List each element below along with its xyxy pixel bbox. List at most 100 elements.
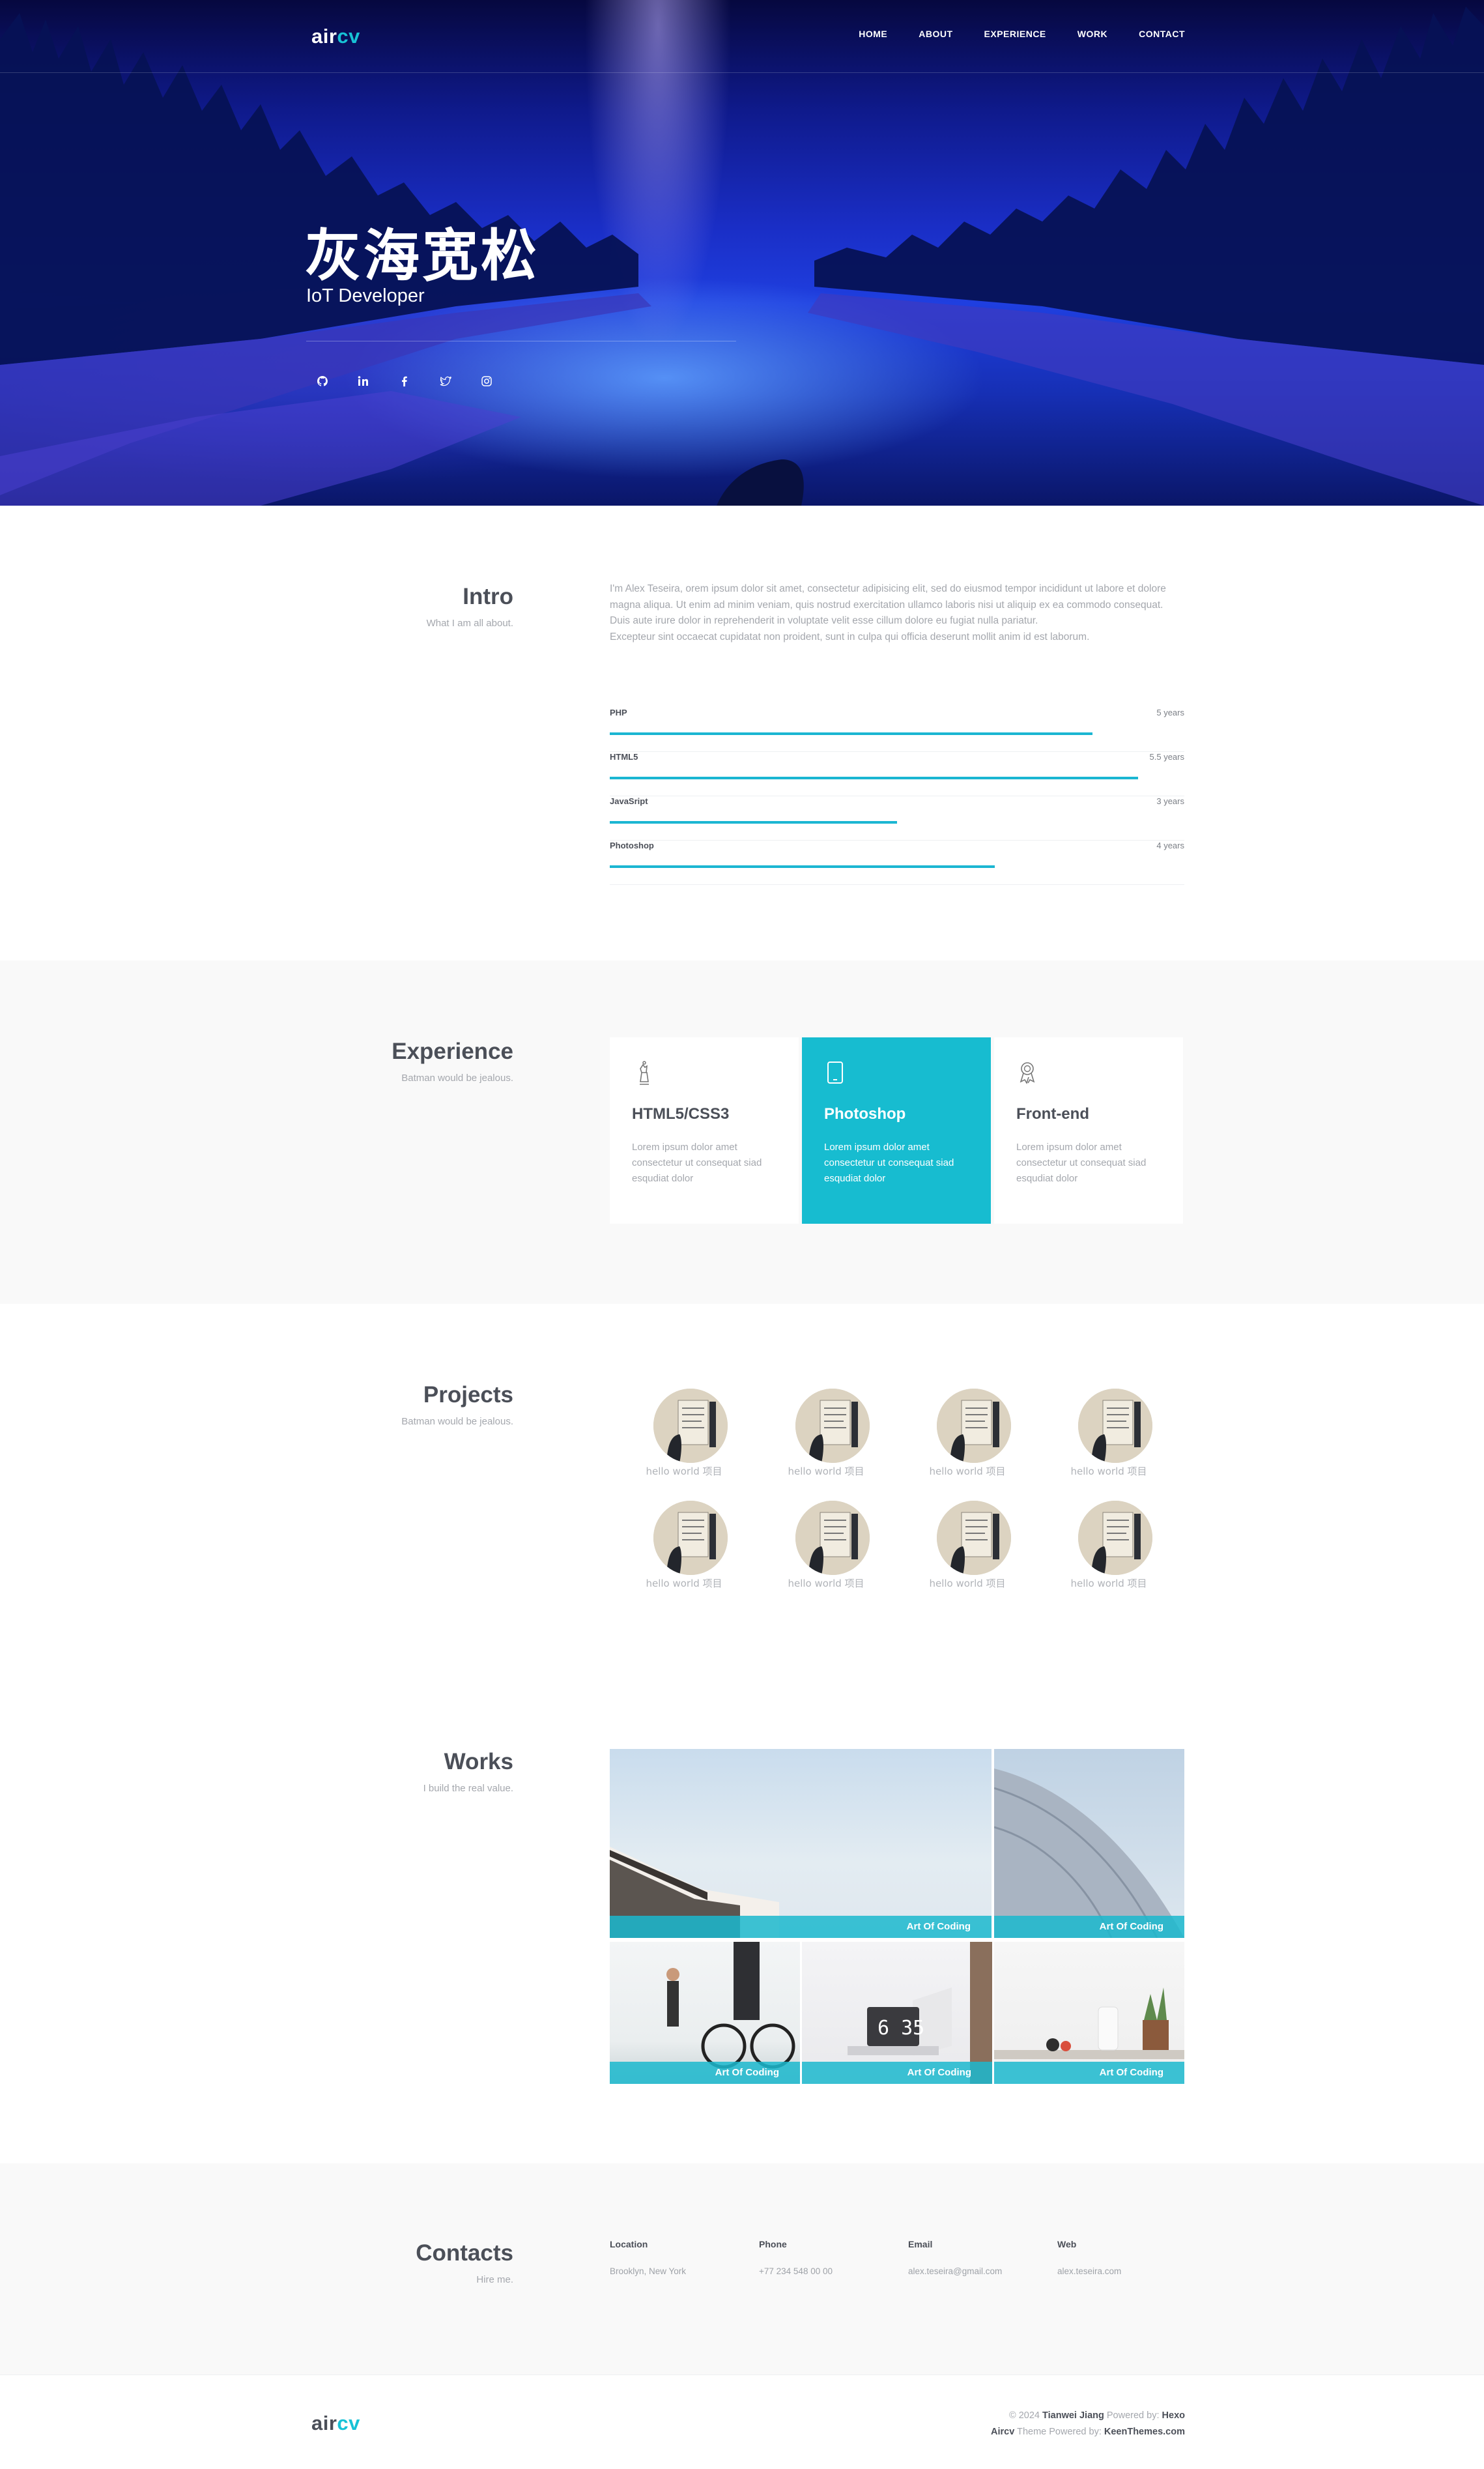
work-label: Art Of Coding — [610, 2062, 800, 2084]
project-item[interactable]: hello world 项目 — [774, 1389, 878, 1480]
contact-label: Web — [1057, 2239, 1077, 2249]
experience-subtitle: Batman would be jealous. — [401, 1073, 513, 1084]
contact-value[interactable]: alex.teseira.com — [1057, 2266, 1121, 2276]
project-item[interactable]: hello world 项目 — [632, 1501, 736, 1592]
copyright-year: © 2024 — [1009, 2410, 1040, 2421]
nav-item-experience[interactable]: EXPERIENCE — [984, 29, 1046, 39]
contacts-heading: Contacts Hire me. — [416, 2240, 513, 2285]
skill-name: HTML5 — [610, 752, 638, 762]
award-icon — [1016, 1060, 1038, 1087]
skill-row-html5: HTML5 5.5 years — [610, 752, 1184, 796]
skill-progress-bar — [610, 732, 1092, 735]
skill-name: PHP — [610, 708, 627, 717]
project-item[interactable]: hello world 项目 — [1057, 1501, 1161, 1592]
skill-years: 4 years — [1156, 841, 1184, 850]
nav-item-about[interactable]: ABOUT — [919, 29, 952, 39]
contact-phone: Phone +77 234 548 00 00 — [759, 2239, 833, 2276]
work-item[interactable]: Art Of Coding — [994, 1749, 1184, 1938]
project-item[interactable]: hello world 项目 — [915, 1389, 1020, 1480]
nav-item-contact[interactable]: CONTACT — [1139, 29, 1185, 39]
skill-years: 5.5 years — [1149, 752, 1184, 762]
skill-progress-bar — [610, 777, 1139, 779]
work-item[interactable]: Art Of Coding — [994, 1942, 1184, 2084]
page-footer: aircv © 2024 Tianwei Jiang Powered by: H… — [0, 2375, 1484, 2469]
work-label: Art Of Coding — [802, 2062, 992, 2084]
twitter-icon[interactable] — [437, 373, 453, 389]
project-thumbnail — [653, 1389, 728, 1463]
copyright-author: Tianwei Jiang — [1042, 2410, 1104, 2421]
work-label: Art Of Coding — [994, 2062, 1184, 2084]
nav-menu: HOME ABOUT EXPERIENCE WORK CONTACT — [859, 29, 1185, 39]
work-label: Art Of Coding — [994, 1916, 1184, 1938]
hero-role: IoT Developer — [306, 285, 425, 306]
footer-logo[interactable]: aircv — [311, 2412, 360, 2435]
project-item[interactable]: hello world 项目 — [632, 1389, 736, 1480]
hero-name: 灰海宽松 — [305, 224, 539, 289]
linkedin-icon[interactable] — [355, 373, 371, 389]
github-icon[interactable] — [314, 373, 330, 389]
powered-label: Powered by: — [1106, 2410, 1160, 2421]
contact-value[interactable]: +77 234 548 00 00 — [759, 2266, 833, 2276]
skill-progress-bar — [610, 821, 897, 824]
experience-heading: Experience Batman would be jealous. — [392, 1039, 513, 1084]
projects-title: Projects — [423, 1382, 513, 1408]
svg-text:6 35: 6 35 — [878, 2017, 924, 2040]
instagram-icon[interactable] — [478, 373, 494, 389]
experience-card-title: Photoshop — [824, 1105, 906, 1123]
work-image-dome — [994, 1769, 1184, 1938]
logo-part-air: air — [311, 25, 337, 48]
experience-card: Front-end Lorem ipsum dolor amet consect… — [994, 1037, 1183, 1224]
contacts-section: Contacts Hire me. Location Brooklyn, New… — [0, 2163, 1484, 2375]
contact-web: Web alex.teseira.com — [1057, 2239, 1121, 2276]
projects-subtitle: Batman would be jealous. — [401, 1416, 513, 1427]
project-caption: hello world 项目 — [929, 1578, 1006, 1589]
hero-banner: aircv HOME ABOUT EXPERIENCE WORK CONTACT… — [0, 0, 1484, 506]
contact-location: Location Brooklyn, New York — [610, 2239, 686, 2276]
skill-years: 3 years — [1156, 796, 1184, 806]
project-caption: hello world 项目 — [1070, 1466, 1147, 1477]
hero-landscape-image — [0, 7, 1484, 506]
project-thumbnail — [653, 1501, 728, 1575]
works-title: Works — [444, 1749, 513, 1774]
contact-label: Phone — [759, 2239, 787, 2249]
nav-item-work[interactable]: WORK — [1077, 29, 1107, 39]
contact-value[interactable]: alex.teseira@gmail.com — [908, 2266, 1002, 2276]
experience-card-text: Lorem ipsum dolor amet consectetur ut co… — [824, 1142, 954, 1184]
project-thumbnail — [1078, 1501, 1152, 1575]
chess-piece-icon — [632, 1060, 654, 1087]
theme-label: Theme Powered by: — [1017, 2427, 1102, 2437]
experience-card-active: Photoshop Lorem ipsum dolor amet consect… — [802, 1037, 991, 1224]
works-subtitle: I build the real value. — [423, 1783, 513, 1794]
contact-value: Brooklyn, New York — [610, 2266, 687, 2276]
experience-card-text: Lorem ipsum dolor amet consectetur ut co… — [1016, 1142, 1147, 1184]
experience-card: HTML5/CSS3 Lorem ipsum dolor amet consec… — [610, 1037, 799, 1224]
facebook-icon[interactable] — [396, 373, 412, 389]
project-item[interactable]: hello world 项目 — [774, 1501, 878, 1592]
powered-link[interactable]: Hexo — [1162, 2410, 1185, 2421]
projects-section: Projects Batman would be jealous. hello … — [0, 1304, 1484, 1684]
theme-name[interactable]: Aircv — [991, 2427, 1014, 2437]
project-thumbnail — [937, 1389, 1011, 1463]
project-thumbnail — [795, 1501, 870, 1575]
works-section: Works I build the real value. Art Of Cod… — [0, 1684, 1484, 2163]
project-item[interactable]: hello world 项目 — [915, 1501, 1020, 1592]
theme-link[interactable]: KeenThemes.com — [1104, 2427, 1185, 2437]
project-caption: hello world 项目 — [1070, 1578, 1147, 1589]
works-heading: Works I build the real value. — [423, 1749, 513, 1794]
project-caption: hello world 项目 — [788, 1578, 864, 1589]
contact-label: Location — [610, 2239, 648, 2249]
contacts-subtitle: Hire me. — [476, 2274, 513, 2285]
project-thumbnail — [1078, 1389, 1152, 1463]
logo-part-cv: cv — [337, 2412, 360, 2434]
work-item[interactable]: Art Of Coding — [610, 1942, 800, 2084]
work-item[interactable]: Art Of Coding — [610, 1749, 992, 1938]
work-item[interactable]: 6 35 Art Of Coding — [802, 1942, 992, 2084]
nav-item-home[interactable]: HOME — [859, 29, 887, 39]
experience-section: Experience Batman would be jealous. HTML… — [0, 960, 1484, 1304]
contact-email: Email alex.teseira@gmail.com — [908, 2239, 1002, 2276]
intro-subtitle: What I am all about. — [426, 618, 513, 629]
skill-name: Photoshop — [610, 841, 654, 850]
project-thumbnail — [937, 1501, 1011, 1575]
project-item[interactable]: hello world 项目 — [1057, 1389, 1161, 1480]
site-logo[interactable]: aircv — [311, 25, 360, 48]
